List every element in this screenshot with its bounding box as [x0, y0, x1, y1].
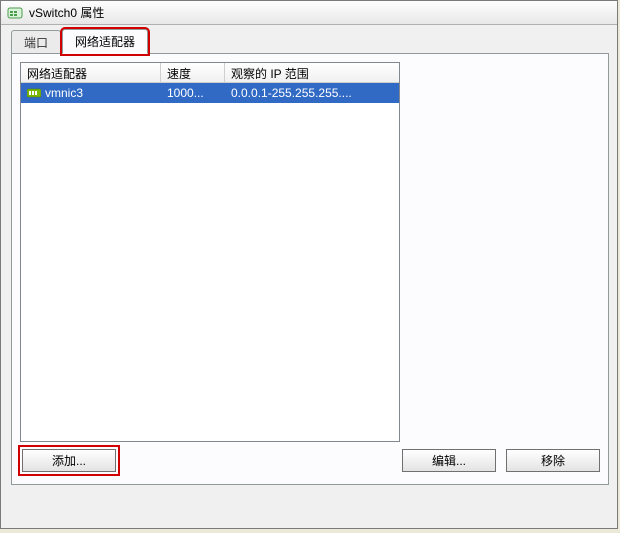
add-button[interactable]: 添加...	[22, 449, 116, 472]
tab-network-adapters[interactable]: 网络适配器	[62, 29, 148, 54]
cell-speed: 1000...	[161, 84, 225, 102]
nic-icon	[27, 87, 41, 99]
button-row: 添加... 编辑... 移除	[20, 447, 600, 474]
table-row[interactable]: vmnic3 1000... 0.0.0.1-255.255.255....	[21, 83, 399, 103]
remove-button[interactable]: 移除	[506, 449, 600, 472]
tab-label: 网络适配器	[75, 35, 135, 49]
tab-panel: 网络适配器 速度 观察的 IP 范围	[11, 53, 609, 485]
adapters-table: 网络适配器 速度 观察的 IP 范围	[20, 62, 400, 442]
cell-adapter: vmnic3	[21, 84, 161, 102]
column-adapter[interactable]: 网络适配器	[21, 63, 161, 82]
edit-button[interactable]: 编辑...	[402, 449, 496, 472]
tab-ports[interactable]: 端口	[11, 30, 61, 54]
tab-strip: 端口 网络适配器	[11, 31, 607, 53]
add-button-highlight: 添加...	[20, 447, 118, 474]
adapter-name: vmnic3	[45, 86, 83, 100]
table-header: 网络适配器 速度 观察的 IP 范围	[21, 63, 399, 83]
content-area: 端口 网络适配器 网络适配器 速度 观察的 IP 范围	[1, 25, 617, 495]
properties-dialog: vSwitch0 属性 端口 网络适配器 网络适配器 速度 观察的 IP 范围	[0, 0, 618, 529]
window-title: vSwitch0 属性	[29, 4, 104, 21]
column-ip-range[interactable]: 观察的 IP 范围	[225, 63, 390, 82]
vswitch-icon	[7, 5, 23, 21]
column-speed[interactable]: 速度	[161, 63, 225, 82]
titlebar: vSwitch0 属性	[1, 1, 617, 25]
tab-label: 端口	[24, 36, 48, 50]
cell-ip-range: 0.0.0.1-255.255.255....	[225, 84, 390, 102]
